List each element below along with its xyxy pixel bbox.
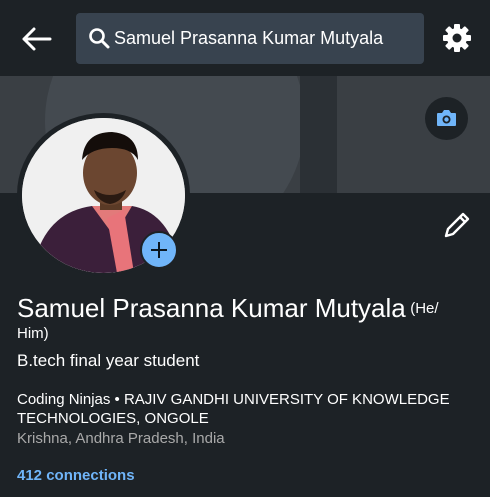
arrow-left-icon [22, 27, 52, 51]
add-photo-button[interactable] [140, 231, 178, 269]
pencil-icon [444, 212, 470, 238]
settings-button[interactable] [441, 22, 473, 54]
search-query[interactable]: Samuel Prasanna Kumar Mutyala [114, 13, 383, 64]
profile-name-line: Samuel Prasanna Kumar Mutyala (He/ [17, 293, 439, 324]
top-bar: Samuel Prasanna Kumar Mutyala [0, 0, 490, 76]
pronouns-continued: Him) [17, 325, 49, 342]
back-button[interactable] [18, 20, 56, 58]
edit-profile-button[interactable] [442, 210, 472, 240]
profile-education: Coding Ninjas • RAJIV GANDHI UNIVERSITY … [17, 391, 450, 427]
profile-name: Samuel Prasanna Kumar Mutyala [17, 293, 406, 323]
gear-icon [443, 24, 471, 52]
pronouns: (He/ [410, 300, 439, 317]
search-icon [89, 28, 110, 49]
profile-headline: B.tech final year student [17, 351, 200, 370]
camera-icon [437, 110, 456, 126]
connections-link[interactable]: 412 connections [17, 467, 135, 484]
search-input[interactable]: Samuel Prasanna Kumar Mutyala [76, 13, 424, 64]
edit-banner-button[interactable] [425, 97, 468, 140]
profile-location: Krishna, Andhra Pradesh, India [17, 430, 225, 447]
